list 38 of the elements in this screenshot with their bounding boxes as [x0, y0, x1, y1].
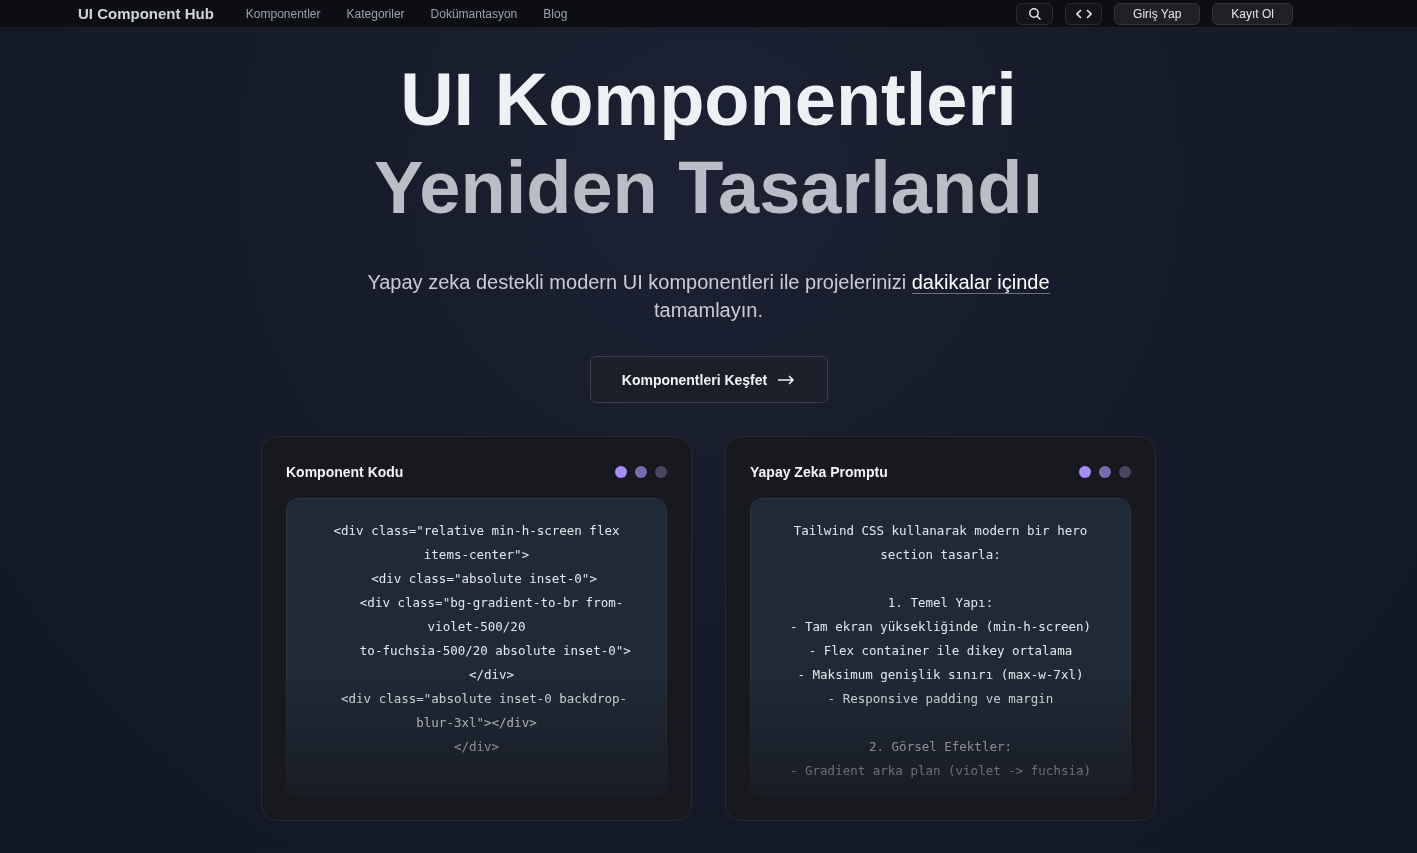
code-line: 1. Temel Yapı: [886, 594, 995, 612]
hero-title: Yeniden Tasarlandı [374, 145, 1043, 231]
card-title: Komponent Kodu [286, 464, 404, 480]
arrow-icon [777, 374, 796, 385]
code-line: </div> [467, 666, 516, 684]
explore-button[interactable]: Komponentleri Keşfet [589, 356, 828, 403]
code-line: <div class="relative min-h-screen flex items-center"> [332, 522, 621, 564]
nav-link[interactable]: Komponentler [245, 6, 321, 21]
nav-button[interactable]: Kayıt Ol [1212, 2, 1293, 25]
code-line: </div> [452, 738, 501, 756]
nav-link[interactable]: Blog [543, 6, 568, 21]
search-icon [1027, 6, 1042, 21]
dot-icon [1079, 466, 1091, 478]
code-line: 2. Görsel Efektler: [868, 738, 1013, 756]
code-line: - Flex container ile dikey ortalama [807, 642, 1074, 660]
code-line: <div class="absolute inset-0"> [370, 570, 598, 588]
code-line: - Maksimum genişlik sınırı (max-w-7xl) [796, 666, 1085, 684]
code-line: Tailwind CSS kullanarak modern bir hero section tasarla: [792, 522, 1089, 564]
code-line: <div class="absolute inset-0 backdrop-blur-3xl"></div> [340, 690, 628, 732]
dot-icon [615, 466, 627, 478]
dot-icon [1119, 466, 1131, 478]
code-line: to-fuchsia-500/20 absolute inset-0"> [358, 642, 632, 660]
search-button[interactable] [1016, 2, 1054, 25]
code-line: - Tam ekran yüksekliğinde (min-h-screen) [789, 618, 1092, 636]
code-icon [1075, 7, 1092, 20]
code-line: - Gradient arka plan (violet -> fuchsia) [789, 762, 1092, 780]
dot-icon [1099, 466, 1111, 478]
dot-icon [655, 466, 667, 478]
dot-icon [635, 466, 647, 478]
nav-link[interactable]: Dokümantasyon [430, 6, 518, 21]
nav-button[interactable]: Giriş Yap [1114, 2, 1201, 25]
card-title: Yapay Zeka Promptu [750, 464, 888, 480]
brand-name[interactable]: UI Component Hub [78, 5, 214, 22]
code-button[interactable] [1065, 2, 1103, 25]
code-line: - Responsive padding ve margin [826, 690, 1055, 708]
hero-subtitle: Yapay zeka destekli modern UI komponentleri ile projelerinizi dakikalar içinde tamamlayın. [366, 270, 1051, 323]
hero-title: UI Komponentleri [400, 57, 1017, 143]
nav-link[interactable]: Kategoriler [346, 6, 405, 21]
